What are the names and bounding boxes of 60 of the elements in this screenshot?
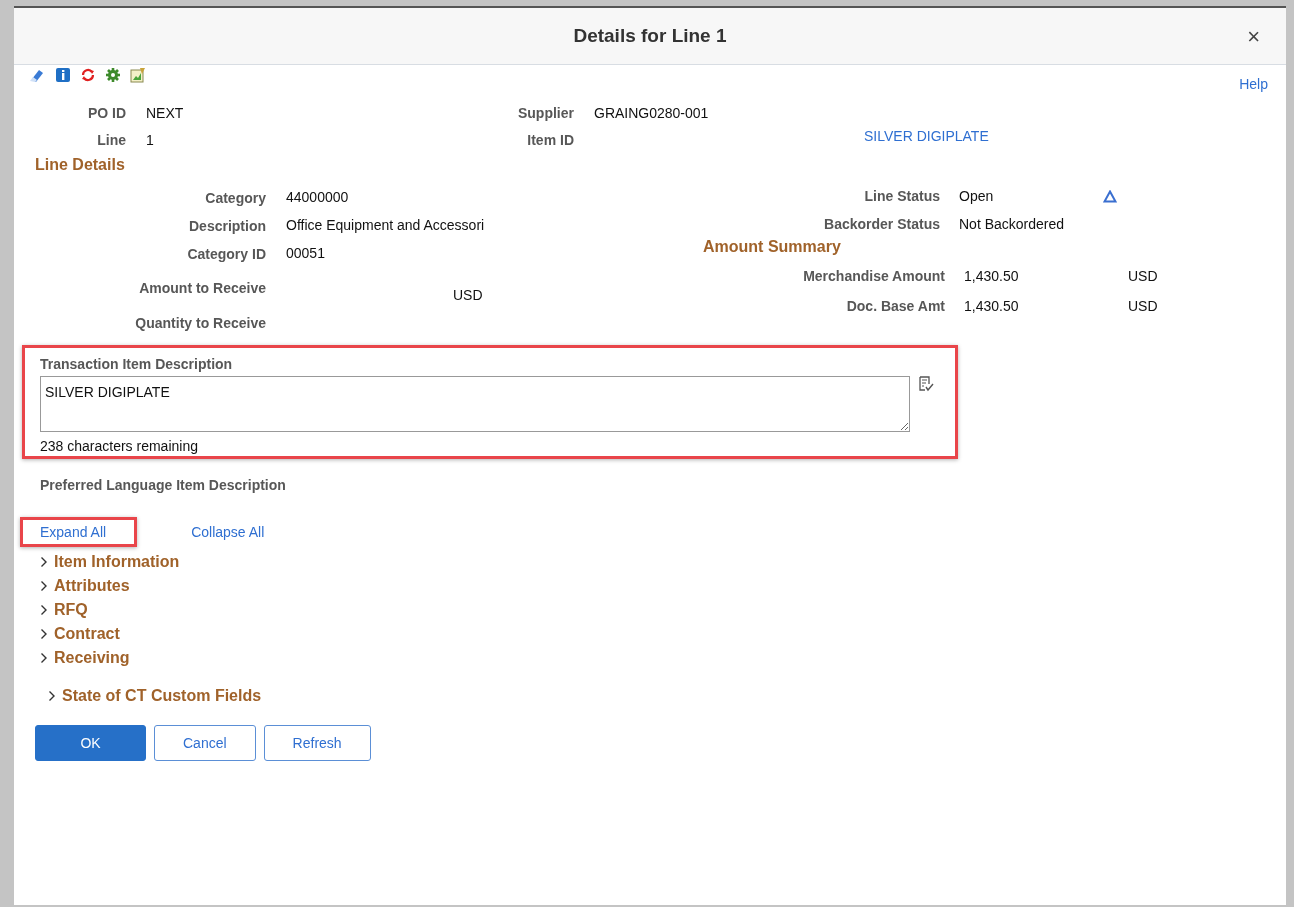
collapsible-section[interactable]: Item Information [40,553,180,571]
field-label: PO ID [86,105,126,121]
amount-value: 1,430.50 [964,298,1020,314]
field-value: 00051 [286,245,325,262]
amount-value: 1,430.50 [964,268,1020,284]
chevron-icon [40,556,48,568]
expand-all-link[interactable]: Expand All [40,524,107,540]
field-label: Line [96,132,126,148]
report-icon[interactable] [130,67,146,83]
chevron-icon [40,580,48,592]
triangle-icon[interactable] [1103,189,1117,203]
chevron-icon [40,604,48,616]
spell-check-icon[interactable] [918,376,934,392]
refresh-icon[interactable] [80,67,96,83]
field-value: Not Backordered [959,216,1066,232]
field-label: Doc. Base Amt [845,298,945,314]
collapsible-section[interactable]: Attributes [40,577,130,595]
field-label: Description [188,217,266,234]
section-heading: Line Details [34,155,126,174]
close-button[interactable]: × [1243,24,1264,50]
character-counter: 238 characters remaining [40,438,199,454]
dialog-button[interactable]: Refresh [263,725,371,761]
field-value: Office Equipment and Accessori [286,217,485,234]
field-label: Merchandise Amount [802,268,945,284]
section-heading: Amount Summary [703,237,842,256]
currency-code: USD [1128,298,1159,314]
collapsible-section[interactable]: Contract [40,625,120,643]
description-field[interactable]: SILVER DIGIPLATE [40,376,910,432]
field-value: 1 [146,132,155,148]
help-link[interactable]: Help [1239,65,1268,105]
chevron-icon [40,652,48,664]
ok-button[interactable]: OK [35,725,146,761]
field-value: NEXT [146,105,185,121]
eraser-icon[interactable] [28,67,46,83]
dialog-title: Details for Line 1 [573,25,727,47]
field-label: Item ID [526,132,574,148]
field-value: GRAING0280-001 [594,105,710,121]
dialog-button[interactable]: Cancel [154,725,256,761]
collapse-all-link[interactable]: Collapse All [191,524,265,540]
field-label: Backorder Status [823,216,940,232]
field-label: Transaction Item Description [40,356,234,372]
field-value: Open [959,188,995,204]
field-label: Supplier [517,105,574,121]
collapsible-section[interactable]: State of CT Custom Fields [48,687,262,705]
currency-code: USD [453,287,483,303]
field-label: Category ID [186,245,266,262]
field-value: 44000000 [286,189,349,206]
field-label: Line Status [863,188,940,204]
field-label: Category [204,189,266,206]
item-link[interactable]: SILVER DIGIPLATE [864,128,1286,144]
field-label: Quantity to Receive [134,314,266,331]
field-label: Preferred Language Item Description [40,477,287,493]
chevron-icon [48,690,56,702]
info-icon[interactable] [55,67,71,83]
collapsible-section[interactable]: RFQ [40,601,88,619]
field-label: Amount to Receive [138,280,266,296]
collapsible-section[interactable]: Receiving [40,649,130,667]
settings-icon[interactable] [105,67,121,83]
chevron-icon [40,628,48,640]
currency-code: USD [1128,268,1159,284]
